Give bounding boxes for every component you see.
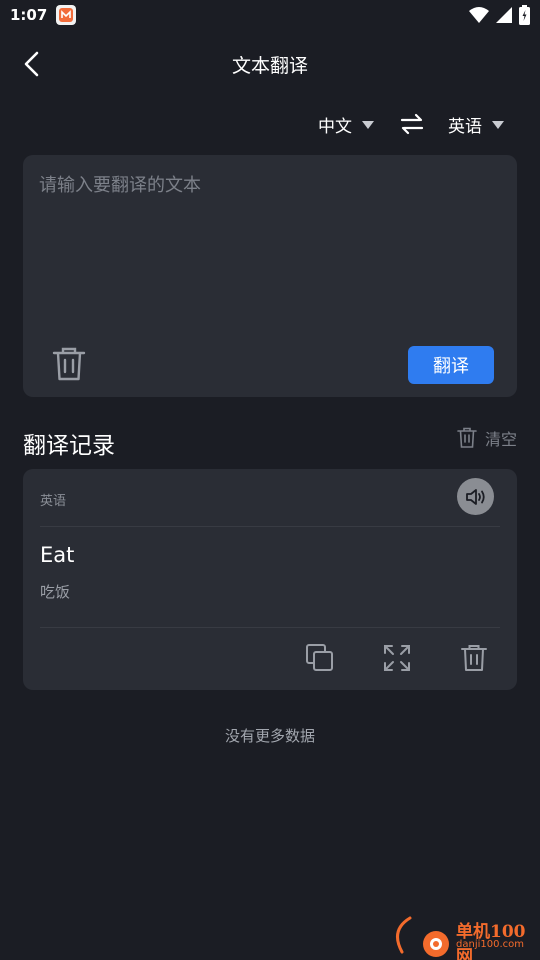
history-header: 翻译记录 清空 <box>23 424 517 459</box>
source-language-label: 中文 <box>318 117 352 137</box>
caret-down-icon <box>492 120 504 129</box>
battery-icon <box>519 5 530 29</box>
watermark: 单机100网 danji100.com <box>388 912 540 960</box>
watermark-domain: danji100.com <box>456 939 524 950</box>
source-language-dropdown[interactable]: 中文 <box>318 112 374 137</box>
swap-languages-button[interactable] <box>398 110 426 138</box>
record-source-text: Eat <box>40 543 75 567</box>
translate-button[interactable]: 翻译 <box>408 346 494 384</box>
record-translation-text: 吃饭 <box>40 583 71 601</box>
clear-history-button[interactable]: 清空 <box>457 426 517 450</box>
caret-down-icon <box>362 120 374 129</box>
clear-input-button[interactable] <box>51 345 87 383</box>
play-audio-button[interactable] <box>457 478 494 515</box>
fullscreen-button[interactable] <box>381 642 413 674</box>
wifi-icon <box>469 6 489 28</box>
speaker-icon <box>465 488 485 505</box>
history-record-card: 英语 Eat 吃饭 <box>23 469 517 690</box>
clear-history-label: 清空 <box>484 430 517 449</box>
expand-icon <box>384 645 410 671</box>
watermark-logo <box>396 916 449 957</box>
page-title: 文本翻译 <box>231 55 308 77</box>
status-bar: 1:07 <box>0 0 540 30</box>
delete-record-button[interactable] <box>458 642 490 674</box>
copy-button[interactable] <box>304 642 336 674</box>
divider <box>40 526 500 527</box>
app-bar: 文本翻译 <box>0 38 540 88</box>
language-selector: 中文 英语 <box>0 108 540 140</box>
divider <box>40 627 500 628</box>
app-notification-icon <box>56 5 77 25</box>
no-more-data-text: 没有更多数据 <box>224 727 315 745</box>
input-card: 翻译 <box>23 155 517 397</box>
signal-icon <box>495 6 513 28</box>
trash-icon <box>457 427 477 448</box>
history-title: 翻译记录 <box>23 433 115 459</box>
trash-icon <box>461 645 487 671</box>
trash-icon <box>52 347 86 381</box>
copy-icon <box>306 644 333 671</box>
status-time: 1:07 <box>10 6 48 24</box>
record-language: 英语 <box>40 494 67 509</box>
target-language-dropdown[interactable]: 英语 <box>448 112 504 137</box>
target-language-label: 英语 <box>448 117 482 137</box>
text-input[interactable] <box>39 171 499 321</box>
swap-icon <box>400 113 424 135</box>
